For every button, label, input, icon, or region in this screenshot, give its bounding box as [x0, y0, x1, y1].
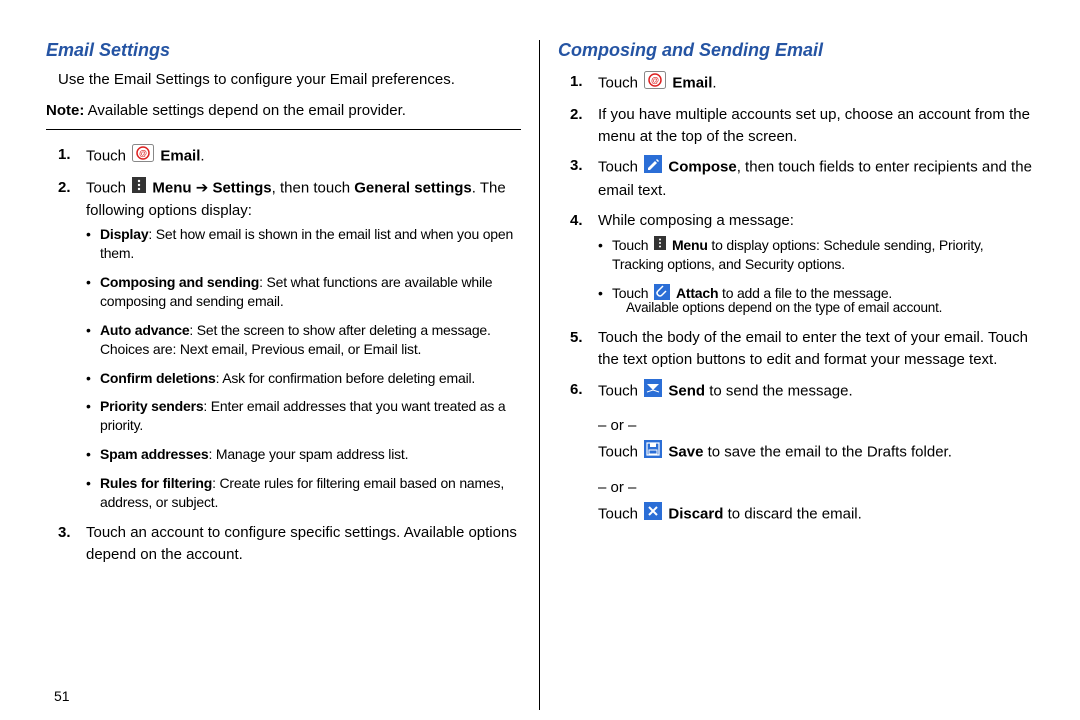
section-heading-composing: Composing and Sending Email [558, 40, 1034, 61]
step-text: Touch an account to configure specific s… [86, 524, 517, 563]
step-text: While composing a message: [598, 212, 794, 229]
intro-text: Use the Email Settings to configure your… [58, 71, 521, 88]
step-text: Touch [598, 506, 642, 523]
note-body: Available settings depend on the email p… [84, 102, 406, 119]
or-separator: – or – [598, 479, 1034, 496]
email-app-icon: @ [644, 71, 666, 96]
right-column: Composing and Sending Email Touch @ Emai… [540, 40, 1052, 710]
compose-options: Touch Menu to display options: Schedule … [598, 236, 1034, 318]
step-text: , then touch [272, 179, 355, 196]
option-title: Confirm deletions [100, 370, 216, 386]
step-6: Touch Send to send the message. [558, 379, 1034, 404]
step-text: to send the message. [705, 382, 853, 399]
option-confirm-deletions: Confirm deletions: Ask for confirmation … [86, 369, 521, 388]
attach-subnote: Available options depend on the type of … [626, 299, 1034, 317]
menu-label: Menu [672, 237, 708, 253]
step-text: . [200, 147, 204, 164]
menu-label: Menu [152, 179, 191, 196]
step-4: While composing a message: Touch Menu to… [558, 210, 1034, 317]
steps-list-right: Touch @ Email. If you have multiple acco… [558, 71, 1034, 411]
step-text: Touch [86, 147, 130, 164]
step-text: Touch [86, 179, 130, 196]
send-icon [644, 379, 662, 404]
compose-label: Compose [668, 159, 736, 176]
save-line: Touch Save to save the email to the Draf… [598, 440, 1034, 465]
option-title: Spam addresses [100, 446, 208, 462]
save-label: Save [668, 444, 703, 461]
option-display: Display: Set how email is shown in the e… [86, 225, 521, 263]
option-text: Touch [612, 237, 652, 253]
note-block: Note: Available settings depend on the e… [46, 102, 521, 130]
step-text: If you have multiple accounts set up, ch… [598, 106, 1030, 145]
step-text: to discard the email. [723, 506, 861, 523]
step-1: Touch @ Email. [558, 71, 1034, 96]
option-title: Display [100, 226, 148, 242]
step-text: to save the email to the Drafts folder. [703, 444, 951, 461]
svg-text:@: @ [139, 149, 147, 158]
discard-icon [644, 502, 662, 527]
option-text: to display options: Schedule sending, Pr… [612, 237, 983, 273]
step-text: Touch the body of the email to enter the… [598, 329, 1028, 368]
step-3: Touch Compose, then touch fields to ente… [558, 155, 1034, 202]
options-list: Display: Set how email is shown in the e… [86, 225, 521, 512]
step-2: Touch Menu ➔ Settings, then touch Genera… [46, 177, 521, 512]
menu-icon [654, 236, 666, 255]
step-text: Touch [598, 444, 642, 461]
discard-label: Discard [668, 506, 723, 523]
menu-icon [132, 177, 146, 200]
option-attach: Touch Attach to add a file to the messag… [598, 284, 1034, 317]
steps-list-left: Touch @ Email. Touch Menu ➔ Settings, th… [46, 144, 521, 573]
send-label: Send [668, 382, 705, 399]
arrow-text: ➔ [192, 179, 213, 196]
step-text: Touch [598, 74, 642, 91]
section-heading-email-settings: Email Settings [46, 40, 521, 61]
step-1: Touch @ Email. [46, 144, 521, 169]
compose-icon [644, 155, 662, 180]
option-title: Rules for filtering [100, 475, 212, 491]
option-rules-filtering: Rules for filtering: Create rules for fi… [86, 474, 521, 512]
discard-line: Touch Discard to discard the email. [598, 502, 1034, 527]
option-title: Auto advance [100, 322, 189, 338]
step-5: Touch the body of the email to enter the… [558, 327, 1034, 371]
email-label: Email [672, 74, 712, 91]
note-label: Note: [46, 102, 84, 119]
option-desc: : Ask for confirmation before deleting e… [216, 370, 475, 386]
step-3: Touch an account to configure specific s… [46, 522, 521, 566]
save-icon [644, 440, 662, 465]
settings-label: Settings [212, 179, 271, 196]
email-app-icon: @ [132, 144, 154, 169]
option-auto-advance: Auto advance: Set the screen to show aft… [86, 321, 521, 359]
option-spam-addresses: Spam addresses: Manage your spam address… [86, 445, 521, 464]
option-title: Priority senders [100, 398, 203, 414]
option-desc: : Set how email is shown in the email li… [100, 226, 513, 261]
option-composing: Composing and sending: Set what function… [86, 273, 521, 311]
svg-text:@: @ [651, 76, 659, 85]
option-desc: : Manage your spam address list. [208, 446, 408, 462]
general-settings-label: General settings [354, 179, 472, 196]
option-title: Composing and sending [100, 274, 259, 290]
step-text: Touch [598, 382, 642, 399]
or-separator: – or – [598, 417, 1034, 434]
left-column: Email Settings Use the Email Settings to… [28, 40, 540, 710]
option-menu: Touch Menu to display options: Schedule … [598, 236, 1034, 275]
step-2: If you have multiple accounts set up, ch… [558, 104, 1034, 148]
option-priority-senders: Priority senders: Enter email addresses … [86, 397, 521, 435]
page-number: 51 [54, 688, 70, 704]
step-text: Touch [598, 159, 642, 176]
email-label: Email [160, 147, 200, 164]
step-text: . [712, 74, 716, 91]
manual-page: Email Settings Use the Email Settings to… [0, 0, 1080, 720]
step-text: , then touch fields to enter recipients … [598, 159, 1032, 199]
